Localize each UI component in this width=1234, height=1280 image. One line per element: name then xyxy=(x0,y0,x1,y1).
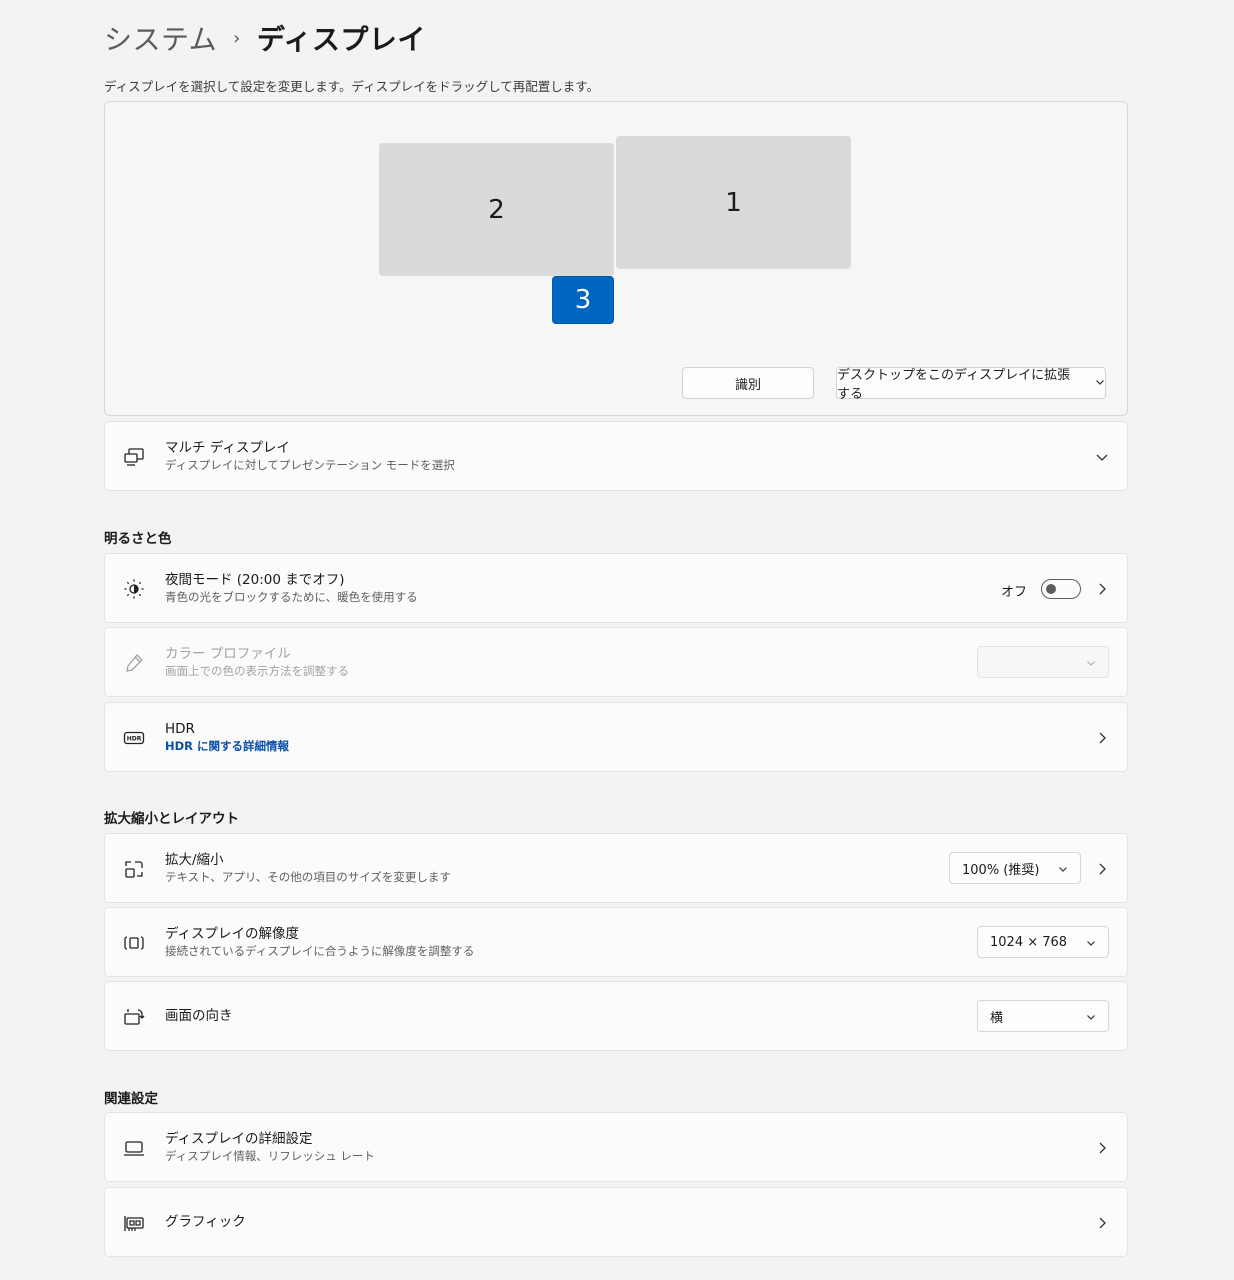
extend-desktop-dropdown[interactable]: デスクトップをこのディスプレイに拡張する xyxy=(836,367,1106,402)
scale-title: 拡大/縮小 xyxy=(165,852,224,868)
chevron-right-icon[interactable] xyxy=(1095,730,1109,744)
scale-dropdown[interactable]: 100% (推奨) xyxy=(949,852,1081,884)
display-arrangement-area: 2 1 3 識別 デスクトップをこのディスプレイに拡張する xyxy=(104,101,1128,416)
night-light-subtitle: 青色の光をブロックするために、暖色を使用する xyxy=(165,590,418,604)
night-light-toggle-label: オフ xyxy=(1000,585,1027,600)
identify-label: 識別 xyxy=(734,377,761,393)
chevron-down-icon[interactable] xyxy=(1095,449,1109,463)
toggle-knob xyxy=(1046,584,1056,594)
graphics-title: グラフィック xyxy=(165,1214,246,1230)
hdr-icon: HDR xyxy=(123,727,145,749)
orientation-dropdown[interactable]: 横 xyxy=(977,1000,1109,1032)
monitor-3-selected[interactable]: 3 xyxy=(552,276,614,324)
chevron-right-icon[interactable] xyxy=(1095,581,1109,595)
breadcrumb-parent[interactable]: システム xyxy=(104,18,217,58)
chevron-down-icon xyxy=(1058,863,1068,873)
chevron-down-icon xyxy=(1095,376,1105,391)
section-brightness-color: 明るさと色 xyxy=(104,531,172,547)
night-light-card[interactable]: 夜間モード (20:00 までオフ) 青色の光をブロックするために、暖色を使用す… xyxy=(104,553,1128,623)
chevron-down-icon xyxy=(1086,657,1096,667)
scale-subtitle: テキスト、アプリ、その他の項目のサイズを変更します xyxy=(165,870,451,884)
chevron-right-icon[interactable] xyxy=(1095,1140,1109,1154)
color-profile-dropdown xyxy=(977,646,1109,678)
multi-display-card[interactable]: マルチ ディスプレイ ディスプレイに対してプレゼンテーション モードを選択 xyxy=(104,421,1128,491)
monitor-2[interactable]: 2 xyxy=(379,143,614,276)
arrange-hint: ディスプレイを選択して設定を変更します。ディスプレイをドラッグして再配置します。 xyxy=(104,79,600,94)
night-light-title: 夜間モード (20:00 までオフ) xyxy=(165,572,345,588)
orientation-title: 画面の向き xyxy=(165,1008,233,1024)
multi-display-subtitle: ディスプレイに対してプレゼンテーション モードを選択 xyxy=(165,458,455,472)
monitor-1[interactable]: 1 xyxy=(616,136,851,269)
graphics-card-icon xyxy=(123,1212,145,1234)
scale-value: 100% (推奨) xyxy=(962,862,1040,878)
color-profile-title: カラー プロファイル xyxy=(165,646,291,662)
chevron-right-icon[interactable] xyxy=(1095,861,1109,875)
identify-button[interactable]: 識別 xyxy=(682,367,814,399)
resolution-value: 1024 × 768 xyxy=(990,934,1068,950)
resolution-title: ディスプレイの解像度 xyxy=(165,926,300,942)
page-title: システム › ディスプレイ xyxy=(104,18,426,58)
night-light-icon xyxy=(123,578,145,600)
scale-card[interactable]: 拡大/縮小 テキスト、アプリ、その他の項目のサイズを変更します 100% (推奨… xyxy=(104,833,1128,903)
orientation-value: 横 xyxy=(990,1010,1004,1026)
chevron-down-icon xyxy=(1086,1011,1096,1021)
chevron-right-icon[interactable] xyxy=(1095,1215,1109,1229)
hdr-title: HDR xyxy=(165,721,195,737)
breadcrumb-separator-icon: › xyxy=(233,27,241,49)
hdr-card[interactable]: HDR HDR HDR に関する詳細情報 xyxy=(104,702,1128,772)
section-related-settings: 関連設定 xyxy=(104,1091,158,1107)
resolution-card[interactable]: ディスプレイの解像度 接続されているディスプレイに合うように解像度を調整する 1… xyxy=(104,907,1128,977)
laptop-icon xyxy=(123,1137,145,1159)
hdr-learn-more-link[interactable]: HDR に関する詳細情報 xyxy=(165,738,289,754)
advanced-display-card[interactable]: ディスプレイの詳細設定 ディスプレイ情報、リフレッシュ レート xyxy=(104,1112,1128,1182)
advanced-display-subtitle: ディスプレイ情報、リフレッシュ レート xyxy=(165,1149,375,1163)
scale-icon xyxy=(123,858,145,880)
resolution-icon xyxy=(123,932,145,954)
extend-desktop-label: デスクトップをこのディスプレイに拡張する xyxy=(837,368,1071,402)
orientation-icon xyxy=(123,1006,145,1028)
chevron-down-icon xyxy=(1086,937,1096,947)
svg-text:HDR: HDR xyxy=(127,736,142,743)
section-scale-layout: 拡大縮小とレイアウト xyxy=(104,811,239,827)
night-light-toggle[interactable] xyxy=(1041,579,1081,599)
multi-display-title: マルチ ディスプレイ xyxy=(165,440,290,456)
breadcrumb-current: ディスプレイ xyxy=(256,23,426,56)
resolution-subtitle: 接続されているディスプレイに合うように解像度を調整する xyxy=(165,944,475,958)
graphics-card[interactable]: グラフィック xyxy=(104,1187,1128,1257)
color-profile-card: カラー プロファイル 画面上での色の表示方法を調整する xyxy=(104,627,1128,697)
resolution-dropdown[interactable]: 1024 × 768 xyxy=(977,926,1109,958)
eyedropper-icon xyxy=(123,652,145,674)
color-profile-subtitle: 画面上での色の表示方法を調整する xyxy=(165,664,349,678)
orientation-card[interactable]: 画面の向き 横 xyxy=(104,981,1128,1051)
multi-display-icon xyxy=(123,446,145,468)
advanced-display-title: ディスプレイの詳細設定 xyxy=(165,1131,313,1147)
